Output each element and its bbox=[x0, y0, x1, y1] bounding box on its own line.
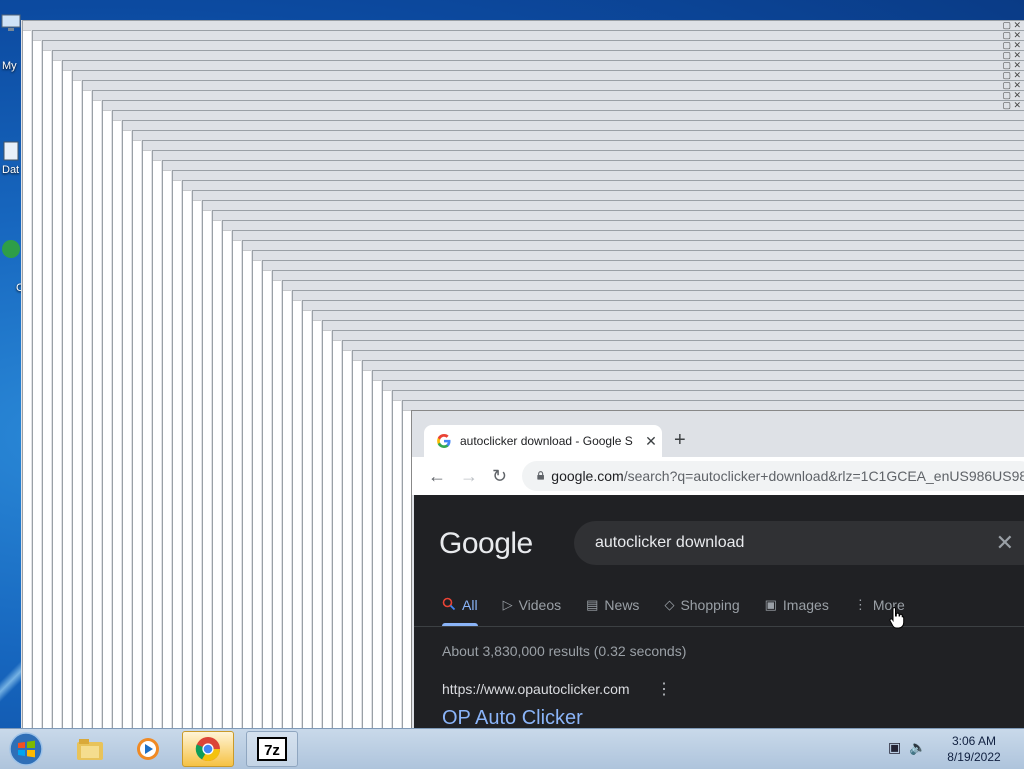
tab-close-icon[interactable]: ✕ bbox=[640, 433, 662, 450]
tab-label: Shopping bbox=[680, 597, 740, 613]
url-host: google.com bbox=[551, 468, 624, 484]
ghost-window-controls-icon: ▢ ✕ bbox=[1002, 100, 1021, 110]
tab-label: News bbox=[604, 597, 640, 613]
tab-news[interactable]: ▤ News bbox=[586, 595, 639, 615]
browser-tab[interactable]: autoclicker download - Google S ✕ bbox=[424, 425, 662, 457]
address-bar[interactable]: google.com/search?q=autoclicker+download… bbox=[522, 461, 1024, 491]
taskbar-explorer[interactable] bbox=[64, 731, 116, 767]
ghost-window-controls-icon: ▢ ✕ bbox=[1002, 90, 1021, 100]
google-logo[interactable]: Google bbox=[439, 527, 533, 561]
tab-label: Images bbox=[782, 597, 829, 613]
kebab-icon: ⋮ bbox=[853, 597, 867, 612]
desktop-icon-label: My bbox=[2, 60, 17, 72]
reload-icon[interactable]: ↻ bbox=[492, 466, 507, 486]
clear-search-icon[interactable]: ✕ bbox=[996, 530, 1014, 556]
folder-icon bbox=[77, 739, 103, 760]
forward-arrow-icon[interactable]: → bbox=[460, 466, 478, 486]
search-tabs: All ▷ Videos ▤ News ◇ Shopping ▣ Images … bbox=[442, 595, 930, 615]
clock[interactable]: 3:06 AM 8/19/2022 bbox=[936, 733, 1012, 765]
volume-icon[interactable]: 🔈 bbox=[909, 739, 926, 756]
ghost-window-controls-icon: ▢ ✕ bbox=[1002, 30, 1021, 40]
search-input[interactable]: autoclicker download ✕ bbox=[574, 521, 1024, 565]
desktop-icon-label: Dat bbox=[2, 164, 20, 176]
back-arrow-icon[interactable]: ← bbox=[428, 466, 446, 486]
google-favicon-icon bbox=[437, 434, 451, 448]
7zip-icon: 7z bbox=[257, 737, 287, 761]
search-query: autoclicker download bbox=[595, 534, 745, 551]
tab-label: All bbox=[462, 597, 478, 613]
ghost-window-controls-icon: ▢ ✕ bbox=[1002, 60, 1021, 70]
ghost-window-controls-icon: ▢ ✕ bbox=[1002, 40, 1021, 50]
tabs-divider bbox=[414, 626, 1024, 627]
wallpaper-streak bbox=[0, 640, 24, 720]
ghost-window-controls-icon: ▢ ✕ bbox=[1002, 70, 1021, 80]
tab-label: Videos bbox=[518, 597, 562, 613]
taskbar: 7z ▣ 🔈 3:06 AM 8/19/2022 bbox=[0, 728, 1024, 769]
tab-title: autoclicker download - Google S bbox=[460, 434, 633, 448]
browser-toolbar: ← → ↻ google.com/search?q=autoclicker+do… bbox=[412, 457, 1024, 496]
url-text: google.com/search?q=autoclicker+download… bbox=[551, 468, 1024, 484]
clock-time: 3:06 AM bbox=[951, 734, 997, 748]
start-button[interactable] bbox=[6, 731, 46, 767]
chrome-icon bbox=[195, 737, 220, 762]
computer-icon bbox=[1, 14, 21, 31]
taskbar-media-player[interactable] bbox=[122, 731, 174, 767]
url-path: /search?q=autoclicker+download&rlz=1C1GC… bbox=[623, 468, 1024, 484]
result-title-link[interactable]: OP Auto Clicker bbox=[442, 707, 583, 729]
new-tab-icon[interactable]: + bbox=[674, 429, 686, 451]
ghost-window-controls-icon: ▢ ✕ bbox=[1002, 20, 1021, 30]
chrome-window[interactable]: autoclicker download - Google S ✕ + ← → … bbox=[411, 410, 1024, 729]
clock-date: 8/19/2022 bbox=[947, 750, 1001, 764]
image-icon: ▣ bbox=[764, 597, 777, 612]
tab-videos[interactable]: ▷ Videos bbox=[503, 595, 562, 615]
taskbar-chrome[interactable] bbox=[182, 731, 234, 767]
app-icon bbox=[2, 240, 20, 258]
result-stats: About 3,830,000 results (0.32 seconds) bbox=[442, 643, 687, 659]
news-icon: ▤ bbox=[586, 597, 599, 612]
ghost-window-controls-icon: ▢ ✕ bbox=[1002, 80, 1021, 90]
svg-text:7z: 7z bbox=[264, 742, 280, 759]
taskbar-7zip[interactable]: 7z bbox=[246, 731, 298, 767]
tab-all[interactable]: All bbox=[442, 595, 478, 615]
search-icon bbox=[442, 597, 456, 614]
result-url[interactable]: https://www.opautoclicker.com bbox=[442, 681, 630, 697]
ghost-window-controls-icon: ▢ ✕ bbox=[1002, 50, 1021, 60]
system-tray: ▣ 🔈 bbox=[888, 739, 927, 756]
desktop-icon-chrome[interactable]: C bbox=[0, 238, 24, 294]
lock-icon[interactable] bbox=[536, 471, 545, 480]
tab-shopping[interactable]: ◇ Shopping bbox=[664, 595, 739, 615]
google-results-page: Google autoclicker download ✕ All ▷ Vide… bbox=[414, 495, 1024, 729]
file-icon bbox=[3, 141, 19, 161]
tab-images[interactable]: ▣ Images bbox=[765, 595, 829, 615]
video-icon: ▷ bbox=[502, 597, 513, 612]
desktop-icon-data[interactable]: Dat bbox=[0, 140, 24, 176]
desktop-icon-computer[interactable]: My bbox=[0, 12, 24, 72]
media-player-icon bbox=[137, 738, 159, 760]
result-menu-icon[interactable]: ⋮ bbox=[656, 679, 672, 699]
network-icon[interactable]: ▣ bbox=[888, 739, 901, 756]
hand-cursor-icon bbox=[889, 606, 905, 629]
tag-icon: ◇ bbox=[664, 597, 675, 612]
